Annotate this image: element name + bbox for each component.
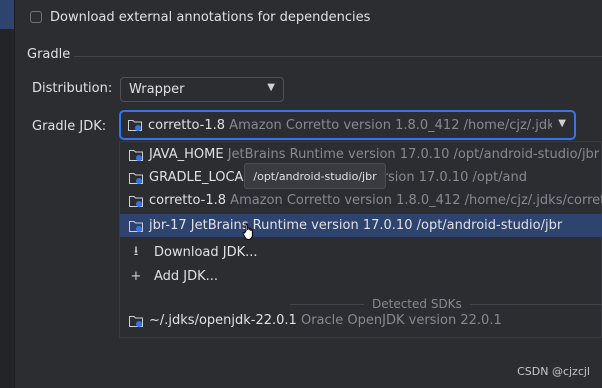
jdk-option-openjdk-22[interactable]: ~/.jdks/openjdk-22.0.1 Oracle OpenJDK ve… [120,309,602,332]
jdk-option-corretto[interactable]: corretto-1.8 Amazon Corretto version 1.8… [120,189,602,212]
left-strip-selection [0,0,14,29]
jdk-option-name: JAVA_HOME [149,147,224,162]
distribution-select[interactable]: Wrapper ▼ [120,77,284,102]
left-navigation-strip [0,0,15,388]
gradle-section-title: Gradle [27,47,71,62]
download-annotations-checkbox[interactable] [30,11,42,23]
sdk-folder-icon [128,147,144,163]
sdk-folder-icon [128,193,144,209]
jdk-option-detail: Oracle OpenJDK version 22.0.1 [300,313,502,328]
watermark: CSDN @cjzcjl [517,365,590,378]
distribution-label: Distribution: [32,81,113,96]
jdk-option-jbr-17[interactable]: jbr-17 JetBrains Runtime version 17.0.10… [120,214,602,237]
download-icon: ⭳ [133,243,139,259]
download-annotations-option[interactable]: Download external annotations for depend… [30,8,370,26]
path-tooltip: /opt/android-studio/jbr [244,163,386,189]
jdk-selected-name: corretto-1.8 [148,117,226,133]
chevron-down-icon: ▼ [558,118,566,129]
add-jdk-action[interactable]: + Add JDK... [120,265,602,288]
jdk-selected-detail: Amazon Corretto version 1.8.0_412 /home/… [229,117,552,133]
gradle-section-divider [74,56,602,57]
gradle-jdk-label: Gradle JDK: [32,119,107,134]
add-icon: + [130,269,142,284]
sdk-folder-icon [128,313,144,329]
download-annotations-label: Download external annotations for depend… [50,9,371,25]
hand-cursor-icon [240,222,260,242]
jdk-option-name: GRADLE_LOCA [149,170,244,185]
sdk-folder-icon [128,170,144,186]
action-label: Add JDK... [154,269,219,284]
jdk-option-name: corretto-1.8 [149,193,227,208]
sdk-folder-icon [128,218,144,234]
chevron-down-icon: ▼ [267,82,275,93]
jdk-option-name: jbr-17 [149,218,187,233]
sdk-folder-icon [127,117,143,133]
jdk-option-name: ~/.jdks/openjdk-22.0.1 [149,313,297,328]
action-label: Download JDK... [154,245,258,260]
download-jdk-action[interactable]: ⭳ Download JDK... [120,241,602,264]
gradle-jdk-select[interactable]: corretto-1.8 Amazon Corretto version 1.8… [119,110,576,140]
jdk-option-detail: Amazon Corretto version 1.8.0_412 /home/… [230,193,602,208]
jdk-option-detail: JetBrains Runtime version 17.0.10 /opt/a… [227,147,600,162]
distribution-value: Wrapper [129,82,185,97]
